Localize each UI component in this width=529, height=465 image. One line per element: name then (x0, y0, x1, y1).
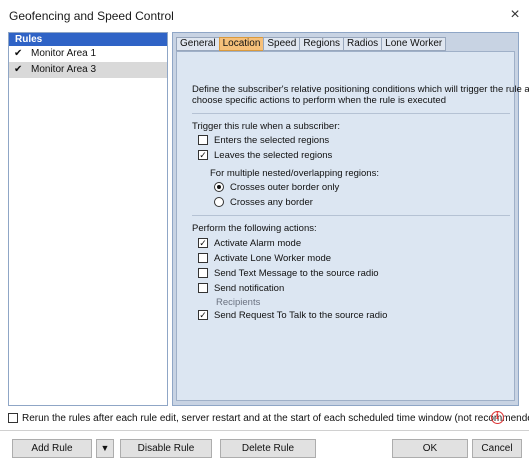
lone-worker-mode-checkbox[interactable] (198, 253, 208, 263)
rerun-rules-checkbox[interactable] (8, 413, 18, 423)
any-border-label: Crosses any border (230, 197, 313, 208)
tab-location[interactable]: Location (218, 37, 265, 51)
recipients-link[interactable]: Recipients (216, 297, 260, 308)
lone-worker-mode-label: Activate Lone Worker mode (214, 253, 332, 264)
actions-heading: Perform the following actions: (192, 223, 317, 234)
add-rule-button[interactable]: Add Rule (12, 439, 92, 458)
add-rule-dropdown-button[interactable]: ▼ (96, 439, 114, 458)
send-notification-label: Send notification (214, 283, 285, 294)
rule-item-monitor-area-3[interactable]: ✔ Monitor Area 3 (9, 62, 167, 78)
ok-button[interactable]: OK (392, 439, 468, 458)
rule-label: Monitor Area 3 (31, 64, 97, 75)
enters-regions-checkbox[interactable] (198, 135, 208, 145)
tab-strip: General Location Speed Regions Radios Lone Wo… (176, 37, 447, 51)
description-line-2: choose specific actions to perform when … (192, 95, 446, 106)
outer-border-label: Crosses outer border only (230, 182, 340, 193)
nested-regions-heading: For multiple nested/overlapping regions: (210, 168, 379, 179)
send-text-message-label: Send Text Message to the source radio (214, 268, 379, 279)
button-bar: Add Rule ▼ Disable Rule Delete Rule OK C… (0, 430, 529, 465)
tab-radios[interactable]: Radios (343, 37, 383, 51)
rules-header: Rules (9, 33, 167, 46)
rerun-rules-label: Rerun the rules after each rule edit, se… (22, 413, 529, 424)
window-title: Geofencing and Speed Control (9, 9, 174, 23)
send-notification-checkbox[interactable] (198, 283, 208, 293)
disable-rule-button[interactable]: Disable Rule (120, 439, 212, 458)
tab-speed[interactable]: Speed (263, 37, 301, 51)
alarm-mode-checkbox[interactable]: ✓ (198, 238, 208, 248)
request-to-talk-checkbox[interactable]: ✓ (198, 310, 208, 320)
rule-label: Monitor Area 1 (31, 48, 97, 59)
rule-checkbox[interactable]: ✔ (14, 49, 24, 59)
location-tab-content: Define the subscriber's relative positio… (176, 51, 529, 401)
tab-lone-worker[interactable]: Lone Worker (381, 37, 447, 51)
info-icon[interactable]: i (491, 411, 504, 424)
separator (192, 215, 510, 216)
enters-regions-label: Enters the selected regions (214, 135, 330, 146)
cancel-button[interactable]: Cancel (472, 439, 522, 458)
rules-panel: Rules ✔ Monitor Area 1 ✔ Monitor Area 3 (8, 32, 168, 406)
separator (192, 113, 510, 114)
rule-checkbox[interactable]: ✔ (14, 65, 24, 75)
request-to-talk-label: Send Request To Talk to the source radio (214, 310, 388, 321)
leaves-regions-label: Leaves the selected regions (214, 150, 333, 161)
leaves-regions-checkbox[interactable]: ✓ (198, 150, 208, 160)
rule-item-monitor-area-1[interactable]: ✔ Monitor Area 1 (9, 46, 167, 62)
tab-regions[interactable]: Regions (299, 37, 345, 51)
tab-general[interactable]: General (176, 37, 220, 51)
send-text-message-checkbox[interactable] (198, 268, 208, 278)
rule-settings-panel: General Location Speed Regions Radios Lone Wo… (172, 32, 529, 406)
any-border-radio[interactable] (214, 197, 224, 207)
radio-selected-dot (217, 185, 221, 189)
outer-border-radio[interactable] (214, 182, 224, 192)
alarm-mode-label: Activate Alarm mode (214, 238, 302, 249)
close-button[interactable]: × (501, 2, 529, 28)
delete-rule-button[interactable]: Delete Rule (220, 439, 316, 458)
trigger-heading: Trigger this rule when a subscriber: (192, 121, 341, 132)
title-bar: Geofencing and Speed Control × (0, 0, 529, 30)
description-line-1: Define the subscriber's relative positio… (192, 84, 529, 95)
